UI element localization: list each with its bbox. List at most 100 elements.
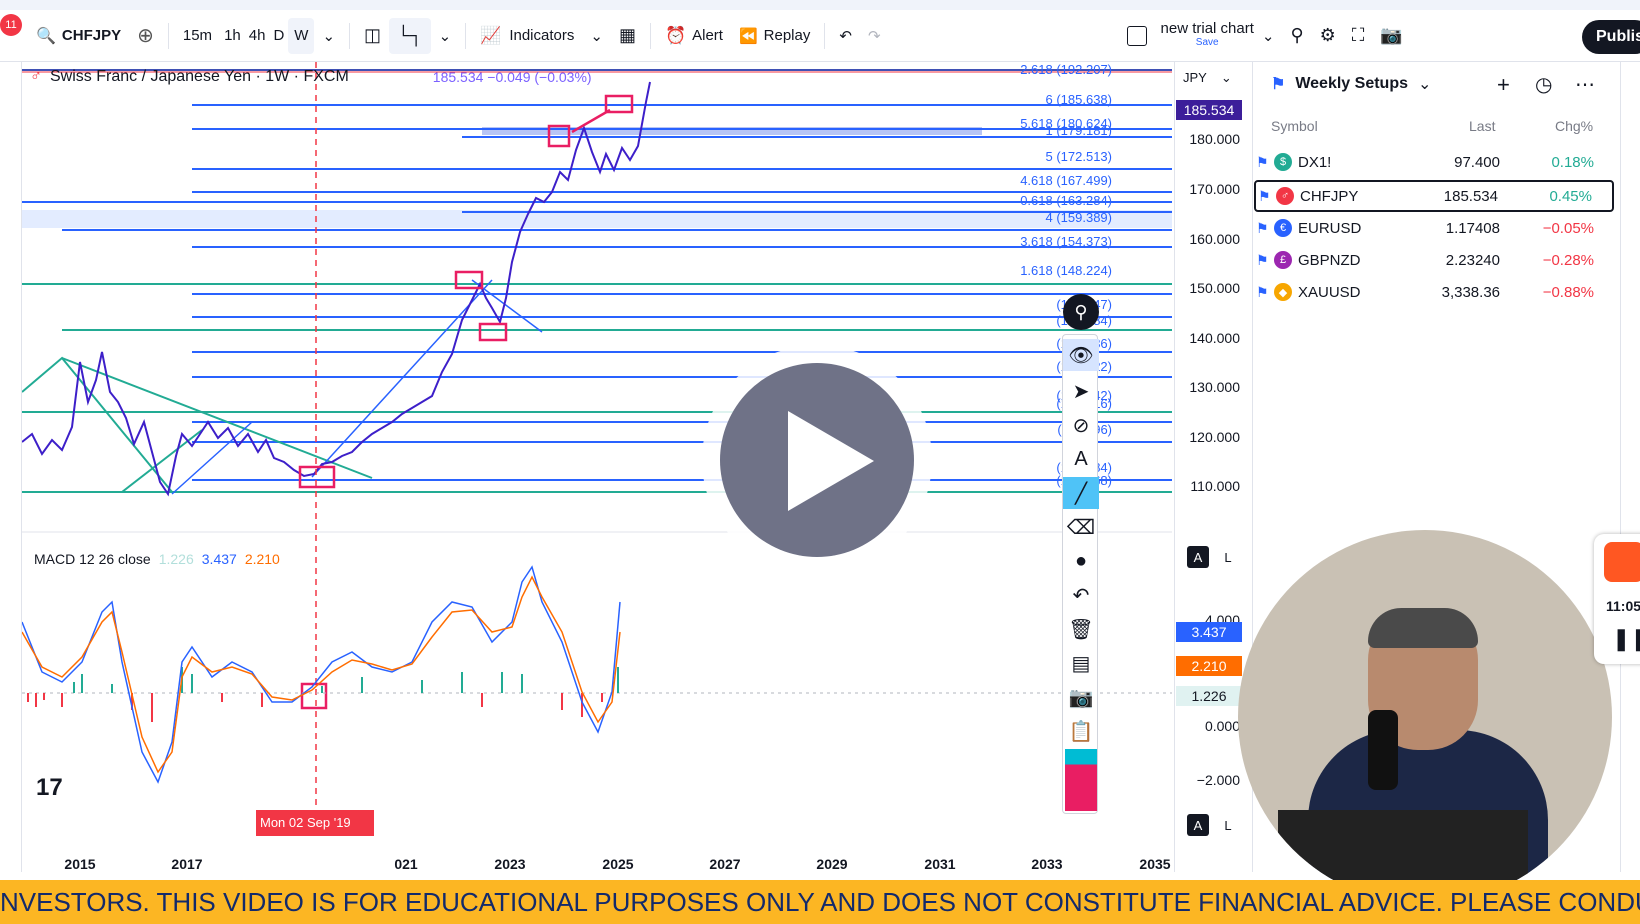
snapshot-button[interactable]: 📷 [1372, 18, 1410, 54]
macd-tag: 3.437 [1176, 622, 1242, 642]
fib-level-label: 2.618 (192.207) [1020, 62, 1112, 77]
undo-icon[interactable]: ↶ [1063, 579, 1099, 611]
layers-icon[interactable]: ▤ [1063, 647, 1099, 679]
watchlist-clock-button[interactable]: ◷ [1535, 72, 1552, 97]
col-chg[interactable]: Chg% [1555, 118, 1593, 134]
compare-symbol-button[interactable]: ⊕ [129, 18, 162, 54]
price-tick: 110.000 [1190, 478, 1240, 494]
macd-value-macd: 3.437 [201, 551, 237, 567]
chart-type-candles-button[interactable]: ◫ [356, 18, 389, 54]
symbol-search-button[interactable]: 🔍 CHFJPY [28, 18, 129, 54]
undo-button[interactable]: ↶ [831, 18, 860, 54]
visibility-eye-icon[interactable]: 👁 [1063, 339, 1099, 371]
undo-icon: ↶ [839, 27, 852, 45]
watchlist-more-button[interactable]: ⋯ [1575, 72, 1595, 97]
interval-4h[interactable]: 4h [245, 18, 270, 54]
publish-button[interactable]: Publis [1582, 20, 1640, 54]
interval-d[interactable]: D [269, 18, 288, 54]
plus-icon: + [1497, 72, 1510, 97]
trend-line[interactable] [121, 429, 203, 493]
watchlist-header[interactable]: ⚑ Weekly Setups ⌄ [1271, 74, 1431, 94]
interval-dropdown[interactable]: ⌄ [314, 18, 343, 54]
watchlist-row-dx1[interactable]: ⚑ $ DX1! 97.400 0.18% [1254, 146, 1614, 178]
interval-1h[interactable]: 1h [220, 18, 245, 54]
chart-pane[interactable]: ♂ Swiss Franc / Japanese Yen · 1W · FXCM… [22, 62, 1174, 872]
chart-type-line-button[interactable]: └┐ [389, 17, 431, 54]
price-tick: 160.000 [1189, 231, 1240, 247]
macd-legend[interactable]: MACD 12 26 close 1.226 3.437 2.210 [34, 551, 280, 567]
microphone [1368, 710, 1398, 790]
separator [824, 22, 826, 49]
watchlist-row-xauusd[interactable]: ⚑ ◆ XAUUSD 3,338.36 −0.88% [1254, 276, 1614, 308]
watchlist-row-eurusd[interactable]: ⚑ € EURUSD 1.17408 −0.05% [1254, 212, 1614, 244]
projection-line[interactable] [311, 279, 493, 478]
camera-icon: 📷 [1380, 25, 1403, 45]
stop-recording-button[interactable] [1604, 542, 1640, 582]
currency-dropdown[interactable]: JPY ⌄ [1183, 70, 1232, 86]
camera-icon[interactable]: 📷 [1063, 681, 1099, 713]
macd-tick: −2.000 [1196, 772, 1240, 788]
fullscreen-button[interactable]: ⛶ [1344, 18, 1373, 54]
pause-button[interactable]: ❚❚ [1612, 626, 1640, 652]
magnet-off-icon[interactable]: ⊘ [1063, 409, 1099, 441]
toolbar-drag-handle[interactable]: ⚲ [1063, 294, 1099, 330]
eraser-icon[interactable]: ⌫ [1063, 511, 1099, 543]
left-drawing-toolbar [0, 62, 22, 872]
log-scale-button[interactable]: L [1217, 814, 1239, 836]
col-last[interactable]: Last [1469, 118, 1495, 134]
auto-scale-button[interactable]: A [1187, 814, 1209, 836]
text-tool-icon[interactable]: A [1063, 443, 1099, 475]
auto-scale-button[interactable]: A [1187, 546, 1209, 568]
tradingview-logo[interactable]: 17 [36, 774, 63, 802]
x-axis-label: 2023 [494, 856, 526, 872]
watchlist-last: 1.17408 [1445, 219, 1500, 237]
indicators-button[interactable]: 📈 Indicators [472, 18, 582, 54]
webcam-overlay [1238, 530, 1612, 904]
chart-type-dropdown[interactable]: ⌄ [431, 18, 460, 54]
layout-save-button[interactable]: new trial chart Save ⌄ [1119, 18, 1283, 54]
symbol-icon: ◆ [1274, 283, 1292, 301]
projection-line[interactable] [171, 421, 253, 495]
trash-icon[interactable]: 🗑 [1063, 613, 1099, 645]
highlight-box[interactable] [478, 322, 508, 342]
symbol-legend[interactable]: ♂ Swiss Franc / Japanese Yen · 1W · FXCM… [30, 66, 592, 88]
layout-save-hint: Save [1195, 36, 1219, 48]
replay-button[interactable]: ⏪ Replay [731, 18, 818, 54]
dot-tool-icon[interactable]: ● [1063, 545, 1099, 577]
fib-level-label: 4.618 (167.499) [1020, 173, 1112, 188]
price-axis[interactable]: JPY ⌄ 180.000 170.000 160.000 150.000 14… [1174, 62, 1250, 872]
macd-line [22, 565, 621, 784]
col-symbol[interactable]: Symbol [1271, 118, 1318, 134]
interval-15m[interactable]: 15m [175, 18, 220, 54]
fib-level-label: 0.618 (163.284) [1020, 193, 1112, 208]
clipboard-icon[interactable]: 📋 [1063, 715, 1099, 747]
cursor-arrow-icon[interactable]: ➤ [1063, 375, 1099, 407]
watchlist-chg: −0.28% [1542, 251, 1594, 269]
watchlist-row-gbpnzd[interactable]: ⚑ £ GBPNZD 2.23240 −0.28% [1254, 244, 1614, 276]
flag-icon: ⚑ [1271, 76, 1286, 93]
x-axis-label: 2029 [816, 856, 848, 872]
watchlist-row-chfjpy[interactable]: ⚑ ♂ CHFJPY 185.534 0.45% [1254, 180, 1614, 212]
layouts-button[interactable]: ▦ [611, 18, 644, 54]
chevron-down-icon: ⌄ [1220, 70, 1232, 85]
redo-button[interactable]: ↷ [860, 18, 889, 54]
add-symbol-button[interactable]: + [1497, 72, 1510, 98]
price-line[interactable] [22, 81, 651, 497]
alert-label: Alert [692, 27, 723, 44]
indicators-dropdown[interactable]: ⌄ [582, 18, 611, 54]
alert-button[interactable]: ⏰ Alert [657, 18, 731, 54]
trend-line-tool-icon[interactable]: ╱ [1063, 477, 1099, 509]
watchlist-chg: −0.05% [1542, 219, 1594, 237]
log-scale-button[interactable]: L [1217, 546, 1239, 568]
recorder-widget: 11:05 ❚❚ [1594, 534, 1640, 664]
last-price-tag: 185.534 [1176, 100, 1242, 120]
interval-w[interactable]: W [288, 17, 315, 54]
quick-search-button[interactable]: ⚲ [1282, 18, 1311, 54]
fib-level-label: 5 (172.513) [1045, 149, 1113, 164]
settings-button[interactable]: ⚙ [1312, 18, 1344, 54]
projection-lines[interactable] [171, 279, 543, 495]
notification-badge[interactable]: 11 [0, 14, 22, 36]
highlight-boxes[interactable] [298, 94, 634, 710]
color-palette-icon[interactable] [1065, 749, 1097, 811]
play-button[interactable] [720, 363, 914, 557]
